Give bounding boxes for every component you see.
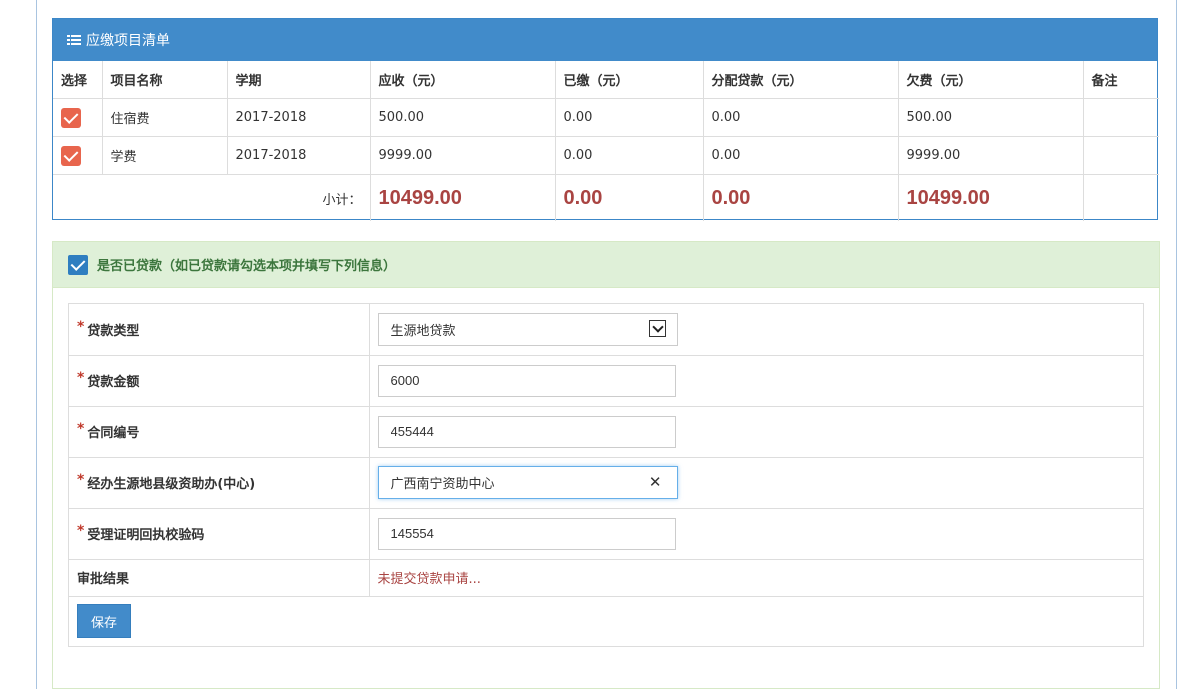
checkbox-checked-icon[interactable] [61, 145, 81, 166]
office-field-cell: ✕ [368, 456, 1143, 509]
loan-type-label: 贷款类型 [87, 323, 140, 339]
loan-panel: 是否已贷款（如已贷款请勾选本项并填写下列信息） * 贷款类型 生源地贷款 * 贷款金… [52, 241, 1160, 689]
form-row-approval: 审批结果 未提交贷款申请... [69, 558, 1143, 597]
subtotal-row: 小计： 10499.00 0.00 0.00 10499.00 [53, 174, 1159, 221]
required-marker: * [77, 421, 85, 437]
owed-cell: 500.00 [897, 98, 1084, 137]
subtotal-loan: 0.00 [702, 174, 899, 221]
subtotal-owed-value: 10499.00 [906, 186, 990, 209]
contract-no-label-cell: * 合同编号 [69, 405, 370, 458]
item-name-cell: 学费 [101, 136, 228, 175]
approval-cell: 未提交贷款申请... [368, 558, 1143, 597]
save-button[interactable]: 保存 [77, 604, 131, 639]
column-header-allocated-loan: 分配贷款（元） [702, 61, 899, 99]
office-label: 经办生源地县级资助办(中心) [87, 477, 256, 492]
close-icon[interactable]: ✕ [649, 473, 662, 491]
receipt-code-field-cell [368, 507, 1143, 560]
paid-cell: 0.00 [554, 98, 704, 137]
loan-panel-title: 是否已贷款（如已贷款请勾选本项并填写下列信息） [97, 259, 397, 274]
left-frame-border [36, 0, 37, 689]
loan-amount-field-cell [368, 354, 1143, 407]
column-header-owed: 欠费（元） [897, 61, 1084, 99]
list-icon [67, 34, 81, 46]
loan-type-label-cell: * 贷款类型 [69, 304, 370, 356]
loan-amount-label-cell: * 贷款金额 [69, 354, 370, 407]
column-header-paid: 已缴（元） [554, 61, 704, 99]
receipt-code-label-cell: * 受理证明回执校验码 [69, 507, 370, 560]
required-marker: * [77, 370, 85, 386]
receivable-cell: 9999.00 [369, 136, 556, 175]
actions-cell: 保存 [69, 595, 1143, 646]
loan-type-field-cell: 生源地贷款 [368, 304, 1143, 356]
receipt-code-label: 受理证明回执校验码 [87, 528, 205, 543]
table-row: 学费 2017-2018 9999.00 0.00 0.00 9999.00 [53, 136, 1159, 175]
subtotal-receivable: 10499.00 [369, 174, 556, 221]
subtotal-label: 小计： [53, 174, 371, 221]
office-input-wrap: ✕ [377, 466, 678, 499]
loan-amount-label: 贷款金额 [87, 375, 140, 390]
table-row: 住宿费 2017-2018 500.00 0.00 0.00 500.00 [53, 98, 1159, 137]
approval-label: 审批结果 [69, 558, 370, 597]
subtotal-note [1082, 174, 1159, 221]
term-cell: 2017-2018 [226, 136, 371, 175]
fee-items-panel: 应缴项目清单 选择 项目名称 学期 应收（元） 已缴（元） 分配贷款（元） 欠费… [52, 18, 1159, 221]
paid-cell: 0.00 [554, 136, 704, 175]
row-select-cell [53, 98, 103, 137]
owed-cell: 9999.00 [897, 136, 1084, 175]
note-cell [1082, 136, 1159, 175]
approval-status-text: 未提交贷款申请... [377, 572, 481, 587]
allocated-loan-cell: 0.00 [702, 136, 899, 175]
form-row-loan-amount: * 贷款金额 [69, 354, 1143, 407]
form-row-loan-type: * 贷款类型 生源地贷款 [69, 304, 1143, 356]
chevron-down-icon[interactable] [648, 319, 666, 337]
fee-panel-header: 应缴项目清单 [53, 19, 1157, 61]
column-header-note: 备注 [1082, 61, 1159, 99]
loan-type-select[interactable]: 生源地贷款 [377, 312, 678, 346]
checkbox-checked-icon[interactable] [61, 107, 81, 128]
note-cell [1082, 98, 1159, 137]
loan-form-table: *贷款类型 生源地贷款 *贷款金额 *合同编号 [69, 304, 1143, 646]
term-cell: 2017-2018 [226, 98, 371, 137]
subtotal-receivable-value: 10499.00 [378, 186, 462, 209]
column-header-item-name: 项目名称 [101, 61, 228, 99]
fee-panel-title: 应缴项目清单 [86, 33, 170, 49]
contract-no-field-cell [368, 405, 1143, 458]
form-row-receipt-code: * 受理证明回执校验码 [69, 507, 1143, 560]
contract-no-label: 合同编号 [87, 426, 140, 441]
allocated-loan-cell: 0.00 [702, 98, 899, 137]
column-header-select: 选择 [53, 61, 103, 99]
required-marker: * [77, 472, 85, 488]
loan-type-selected-value[interactable]: 生源地贷款 [377, 312, 678, 346]
right-frame-border [1176, 0, 1177, 689]
fee-table-header-row: 选择 项目名称 学期 应收（元） 已缴（元） 分配贷款（元） 欠费（元） 备注 [53, 61, 1159, 99]
column-header-receivable: 应收（元） [369, 61, 556, 99]
required-marker: * [77, 318, 85, 335]
office-label-cell: * 经办生源地县级资助办(中心) [69, 456, 370, 509]
loan-panel-header: 是否已贷款（如已贷款请勾选本项并填写下列信息） [53, 242, 1159, 288]
item-name-cell: 住宿费 [101, 98, 228, 137]
subtotal-loan-value: 0.00 [711, 186, 751, 209]
contract-no-input[interactable] [377, 415, 676, 448]
required-marker: * [77, 523, 85, 539]
receivable-cell: 500.00 [369, 98, 556, 137]
loan-amount-input[interactable] [377, 364, 676, 397]
office-input[interactable] [377, 466, 678, 499]
receipt-code-input[interactable] [377, 517, 676, 550]
form-row-contract-no: * 合同编号 [69, 405, 1143, 458]
loan-form: *贷款类型 生源地贷款 *贷款金额 *合同编号 [68, 303, 1144, 647]
loan-toggle-checkbox[interactable] [68, 254, 88, 275]
subtotal-owed: 10499.00 [897, 174, 1084, 221]
form-row-office: *经办生源地县级资助办(中心) ✕ [69, 456, 1143, 509]
form-row-actions: 保存 [69, 595, 1143, 646]
row-select-cell [53, 136, 103, 175]
fee-table: 选择 项目名称 学期 应收（元） 已缴（元） 分配贷款（元） 欠费（元） 备注 … [53, 61, 1159, 221]
subtotal-paid: 0.00 [554, 174, 704, 221]
column-header-term: 学期 [226, 61, 371, 99]
subtotal-paid-value: 0.00 [563, 186, 603, 209]
